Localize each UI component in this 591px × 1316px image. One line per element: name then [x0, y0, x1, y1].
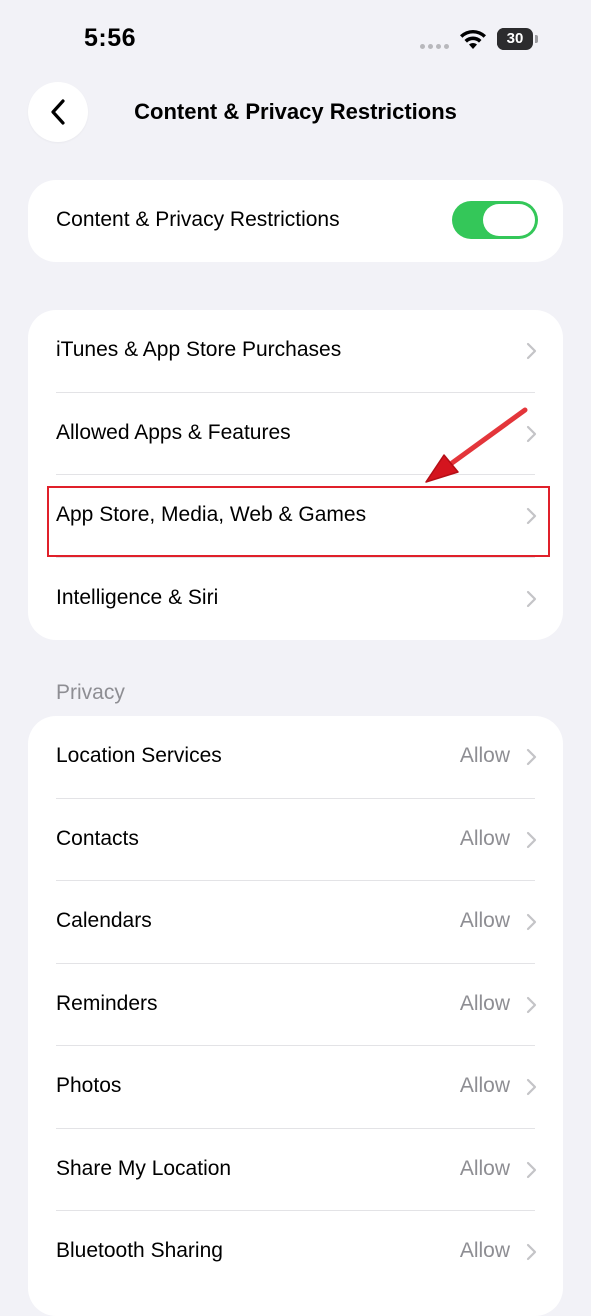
chevron-right-icon — [526, 996, 537, 1013]
status-bar: 5:56 30 — [0, 0, 591, 80]
list-item-photos[interactable]: Photos Allow — [28, 1046, 563, 1129]
list-item-itunes-app-store-purchases[interactable]: iTunes & App Store Purchases — [28, 310, 563, 393]
battery-level: 30 — [506, 30, 524, 47]
list-item-label: Contacts — [56, 826, 139, 850]
chevron-right-icon — [526, 748, 537, 766]
list-item-label: Allowed Apps & Features — [56, 420, 291, 444]
list-item-label: Intelligence & Siri — [56, 585, 219, 609]
list-item-value: Allow — [459, 991, 510, 1015]
list-item-value: Allow — [459, 1156, 510, 1180]
chevron-right-icon — [526, 1243, 537, 1261]
wifi-icon — [460, 29, 486, 49]
chevron-right-icon — [526, 831, 537, 848]
battery-icon: 30 — [497, 28, 533, 50]
list-item-bluetooth-sharing[interactable]: Bluetooth Sharing Allow — [28, 1211, 563, 1294]
list-item-label: Photos — [56, 1074, 122, 1097]
chevron-right-icon — [526, 425, 537, 442]
list-item-reminders[interactable]: Reminders Allow — [28, 964, 563, 1046]
list-item-value: Allow — [459, 1239, 510, 1262]
list-item-intelligence-siri[interactable]: Intelligence & Siri — [28, 558, 563, 641]
chevron-right-icon — [526, 1078, 537, 1096]
list-item-label: iTunes & App Store Purchases — [56, 338, 342, 361]
list-item-label: Reminders — [56, 991, 158, 1015]
list-item-label: Share My Location — [56, 1156, 232, 1180]
list-item-label: Calendars — [56, 909, 152, 932]
chevron-right-icon — [526, 913, 537, 931]
restrictions-list: iTunes & App Store Purchases Allowed App… — [28, 310, 563, 640]
list-item-value: Allow — [459, 1074, 510, 1097]
cellular-signal-icon — [420, 44, 449, 49]
list-item-share-my-location[interactable]: Share My Location Allow — [28, 1129, 563, 1211]
master-toggle-card: Content & Privacy Restrictions — [28, 180, 563, 262]
list-item-value: Allow — [459, 909, 510, 932]
toggle-label: Content & Privacy Restrictions — [56, 208, 340, 231]
chevron-right-icon — [526, 342, 537, 360]
privacy-list: Location Services Allow Contacts Allow C… — [28, 716, 563, 1316]
list-item-allowed-apps-features[interactable]: Allowed Apps & Features — [28, 393, 563, 475]
list-item-calendars[interactable]: Calendars Allow — [28, 881, 563, 964]
chevron-right-icon — [526, 1161, 537, 1178]
highlight-box — [47, 486, 550, 557]
chevron-right-icon — [526, 590, 537, 607]
page-title: Content & Privacy Restrictions — [134, 99, 457, 124]
privacy-section-header: Privacy — [56, 681, 125, 704]
list-item-label: Location Services — [56, 744, 222, 767]
battery-cap — [535, 35, 538, 43]
restrictions-toggle[interactable] — [452, 201, 538, 239]
list-item-contacts[interactable]: Contacts Allow — [28, 799, 563, 881]
toggle-knob — [483, 204, 535, 236]
list-item-value: Allow — [459, 826, 510, 850]
list-item-label: Bluetooth Sharing — [56, 1239, 223, 1262]
list-item-location-services[interactable]: Location Services Allow — [28, 716, 563, 799]
status-time: 5:56 — [84, 24, 137, 52]
list-item-value: Allow — [459, 744, 510, 767]
